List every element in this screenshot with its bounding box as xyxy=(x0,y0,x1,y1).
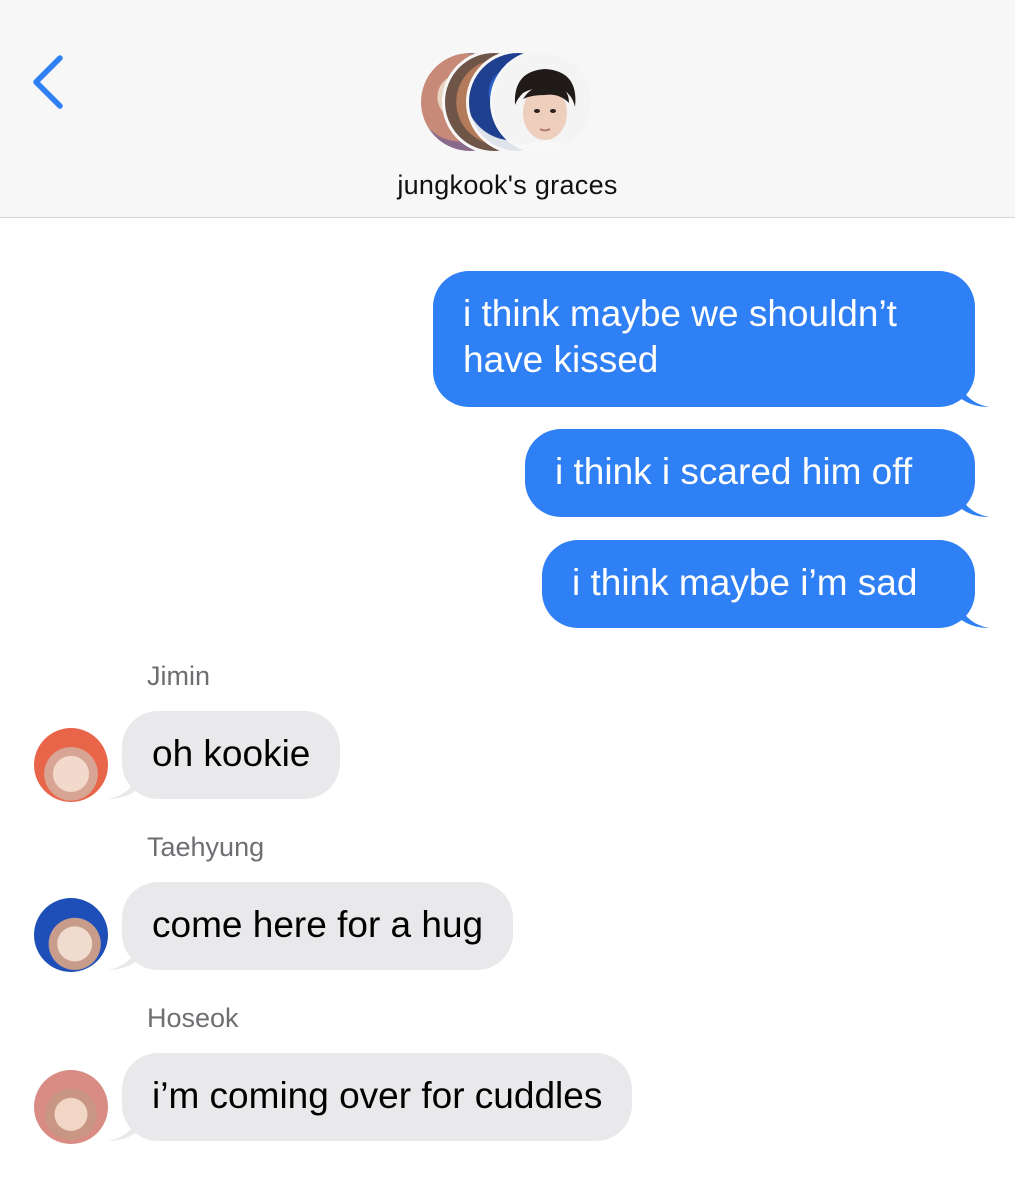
incoming-message[interactable]: come here for a hug xyxy=(108,882,514,970)
outgoing-message[interactable]: i think maybe i’m sad xyxy=(542,540,989,628)
member-avatar xyxy=(490,50,594,154)
message-text: i think maybe we shouldn’t have kissed xyxy=(463,293,897,380)
sender-avatar[interactable] xyxy=(34,728,108,802)
bubble-tail xyxy=(959,604,989,628)
group-avatars[interactable] xyxy=(418,50,598,156)
bubble-tail xyxy=(959,493,989,517)
message-text: oh kookie xyxy=(152,733,311,774)
message-text: i think maybe i’m sad xyxy=(572,562,918,603)
message-text: i’m coming over for cuddles xyxy=(152,1075,603,1116)
message-text: come here for a hug xyxy=(152,904,484,945)
bubble-tail xyxy=(108,1117,138,1141)
sender-avatar[interactable] xyxy=(34,1070,108,1144)
sender-name: Hoseok xyxy=(147,1003,239,1033)
avatar-portrait xyxy=(493,53,591,151)
message-text: i think i scared him off xyxy=(555,451,913,492)
bubble-tail xyxy=(959,383,989,407)
incoming-message[interactable]: oh kookie xyxy=(108,711,341,799)
conversation-header: jungkook's graces xyxy=(0,0,1015,218)
outgoing-message[interactable]: i think maybe we shouldn’t have kissed xyxy=(433,271,989,407)
bubble-tail xyxy=(108,775,138,799)
sender-avatar[interactable] xyxy=(34,898,108,972)
group-name[interactable]: jungkook's graces xyxy=(0,170,1015,201)
outgoing-message[interactable]: i think i scared him off xyxy=(525,429,989,517)
chevron-left-icon xyxy=(33,55,63,109)
back-button[interactable] xyxy=(28,50,76,114)
sender-name: Jimin xyxy=(147,661,211,691)
incoming-message[interactable]: i’m coming over for cuddles xyxy=(108,1053,633,1141)
bubble-tail xyxy=(108,946,138,970)
sender-name: Taehyung xyxy=(147,832,265,862)
